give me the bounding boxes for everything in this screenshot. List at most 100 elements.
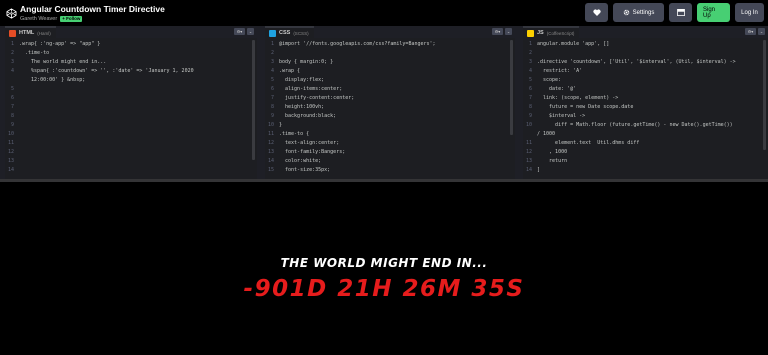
code-line[interactable]: 8: [5, 112, 257, 121]
code-line[interactable]: 4 restrict: 'A': [523, 67, 768, 76]
code-text[interactable]: scope:: [537, 76, 561, 85]
css-editor[interactable]: CSS (SCSS) ⚙▾ ⌄ 1 @import '//fonts.google…: [265, 26, 515, 179]
code-text[interactable]: .wrap{ :'ng-app' => "app" }: [19, 40, 100, 49]
sign-up-button[interactable]: Sign Up: [697, 3, 730, 22]
code-line[interactable]: 2: [265, 49, 515, 58]
js-scrollbar[interactable]: [763, 40, 766, 150]
code-line[interactable]: 2: [523, 49, 768, 58]
code-line[interactable]: 11: [5, 139, 257, 148]
code-text[interactable]: justify-content:center;: [279, 94, 354, 103]
code-line[interactable]: 9 background:black;: [265, 112, 515, 121]
css-settings-icon[interactable]: ⚙▾: [492, 28, 503, 35]
code-line[interactable]: 13 font-family:Bangers;: [265, 148, 515, 157]
css-js-divider[interactable]: [515, 26, 523, 179]
code-line[interactable]: 10 diff = Math.floor (future.getTime() -…: [523, 121, 768, 130]
code-line[interactable]: 14]: [523, 166, 768, 175]
css-code[interactable]: 1 @import '//fonts.googleapis.com/css?fam…: [265, 38, 515, 175]
code-line[interactable]: 4 .wrap {: [265, 67, 515, 76]
code-text[interactable]: , 1000: [537, 148, 567, 157]
code-text[interactable]: @import '//fonts.googleapis.com/css?fami…: [279, 40, 436, 49]
code-line[interactable]: 6: [5, 94, 257, 103]
code-line[interactable]: 5: [5, 85, 257, 94]
code-line[interactable]: 1 .wrap{ :'ng-app' => "app" }: [5, 40, 257, 49]
code-line[interactable]: 11 .time-to {: [265, 130, 515, 139]
code-line[interactable]: 6 align-items:center;: [265, 85, 515, 94]
code-line[interactable]: 7 justify-content:center;: [265, 94, 515, 103]
code-line[interactable]: 5 display:flex;: [265, 76, 515, 85]
codepen-logo-icon[interactable]: [5, 7, 17, 19]
code-text[interactable]: future = new Date scope.date: [537, 103, 633, 112]
code-text[interactable]: %span{ :'countdown' => '', :'date' => 'J…: [19, 67, 194, 76]
code-text[interactable]: return: [537, 157, 567, 166]
code-line[interactable]: 8 future = new Date scope.date: [523, 103, 768, 112]
code-line[interactable]: 14: [5, 166, 257, 175]
code-line[interactable]: 5 scope:: [523, 76, 768, 85]
code-text[interactable]: .time-to {: [279, 130, 309, 139]
code-line[interactable]: 3 body { margin:0; }: [265, 58, 515, 67]
code-line[interactable]: 3 The world might end in...: [5, 58, 257, 67]
code-line[interactable]: 1 @import '//fonts.googleapis.com/css?fam…: [265, 40, 515, 49]
html-editor[interactable]: HTML (Haml) ⚙▾ ⌄ 1 .wrap{ :'ng-app' => "a…: [5, 26, 257, 179]
code-line[interactable]: 12 text-align:center;: [265, 139, 515, 148]
author-name[interactable]: Gareth Weaver: [20, 15, 57, 23]
code-text[interactable]: }: [279, 121, 282, 130]
code-line[interactable]: 7 link: (scope, element) ->: [523, 94, 768, 103]
pen-title[interactable]: Angular Countdown Timer Directive: [20, 4, 165, 15]
code-line[interactable]: 9: [5, 121, 257, 130]
code-text[interactable]: link: (scope, element) ->: [537, 94, 618, 103]
code-text[interactable]: align-items:center;: [279, 85, 342, 94]
html-settings-icon[interactable]: ⚙▾: [234, 28, 245, 35]
code-line[interactable]: 12: [5, 148, 257, 157]
code-line[interactable]: / 1000: [523, 130, 768, 139]
code-text[interactable]: ]: [537, 166, 540, 175]
code-text[interactable]: background:black;: [279, 112, 336, 121]
code-line[interactable]: 13 return: [523, 157, 768, 166]
log-in-button[interactable]: Log In: [735, 3, 764, 22]
code-text[interactable]: color:white;: [279, 157, 321, 166]
code-line[interactable]: 8 height:100vh;: [265, 103, 515, 112]
js-code[interactable]: 1 angular.module 'app', [] 2 3 .directive 'c…: [523, 38, 768, 175]
code-line[interactable]: 11 element.text Util.dhms diff: [523, 139, 768, 148]
code-text[interactable]: element.text Util.dhms diff: [537, 139, 639, 148]
code-line[interactable]: 6 date: '@': [523, 85, 768, 94]
code-text[interactable]: display:flex;: [279, 76, 324, 85]
code-line[interactable]: 12 , 1000: [523, 148, 768, 157]
code-text[interactable]: .directive 'countdown', ['Util', '$inter…: [537, 58, 736, 67]
code-text[interactable]: restrict: 'A': [537, 67, 582, 76]
tab-js[interactable]: JS (CoffeeScript): [523, 26, 580, 38]
code-line[interactable]: 7: [5, 103, 257, 112]
code-text[interactable]: font-family:Bangers;: [279, 148, 345, 157]
code-line[interactable]: 1 angular.module 'app', []: [523, 40, 768, 49]
code-text[interactable]: height:100vh;: [279, 103, 324, 112]
html-css-divider[interactable]: [257, 26, 265, 179]
code-text[interactable]: diff = Math.floor (future.getTime() - ne…: [537, 121, 733, 130]
code-line[interactable]: 10: [5, 130, 257, 139]
css-collapse-icon[interactable]: ⌄: [505, 28, 512, 35]
code-line[interactable]: 13: [5, 157, 257, 166]
tab-html[interactable]: HTML (Haml): [5, 26, 56, 38]
code-text[interactable]: body { margin:0; }: [279, 58, 333, 67]
code-text[interactable]: text-align:center;: [279, 139, 339, 148]
code-text[interactable]: The world might end in...: [19, 58, 106, 67]
html-code[interactable]: 1 .wrap{ :'ng-app' => "app" } 2 .time-to 3 …: [5, 38, 257, 175]
code-text[interactable]: 12:00:00' } &nbsp;: [19, 76, 85, 85]
code-text[interactable]: $interval ->: [537, 112, 585, 121]
js-settings-icon[interactable]: ⚙▾: [745, 28, 756, 35]
settings-button[interactable]: Settings: [613, 3, 664, 22]
html-collapse-icon[interactable]: ⌄: [247, 28, 254, 35]
code-text[interactable]: font-size:35px;: [279, 166, 330, 175]
html-scrollbar[interactable]: [252, 40, 255, 160]
code-line[interactable]: 12:00:00' } &nbsp;: [5, 76, 257, 85]
code-line[interactable]: 15 font-size:35px;: [265, 166, 515, 175]
code-text[interactable]: date: '@': [537, 85, 576, 94]
code-text[interactable]: angular.module 'app', []: [537, 40, 609, 49]
code-line[interactable]: 9 $interval ->: [523, 112, 768, 121]
change-view-button[interactable]: [669, 3, 692, 22]
css-scrollbar[interactable]: [510, 40, 513, 135]
code-text[interactable]: .time-to: [19, 49, 49, 58]
follow-button[interactable]: + Follow: [60, 15, 83, 22]
js-collapse-icon[interactable]: ⌄: [758, 28, 765, 35]
heart-button[interactable]: [585, 3, 608, 22]
js-editor[interactable]: JS (CoffeeScript) ⚙▾ ⌄ 1 angular.module '…: [523, 26, 768, 179]
code-line[interactable]: 3 .directive 'countdown', ['Util', '$inte…: [523, 58, 768, 67]
